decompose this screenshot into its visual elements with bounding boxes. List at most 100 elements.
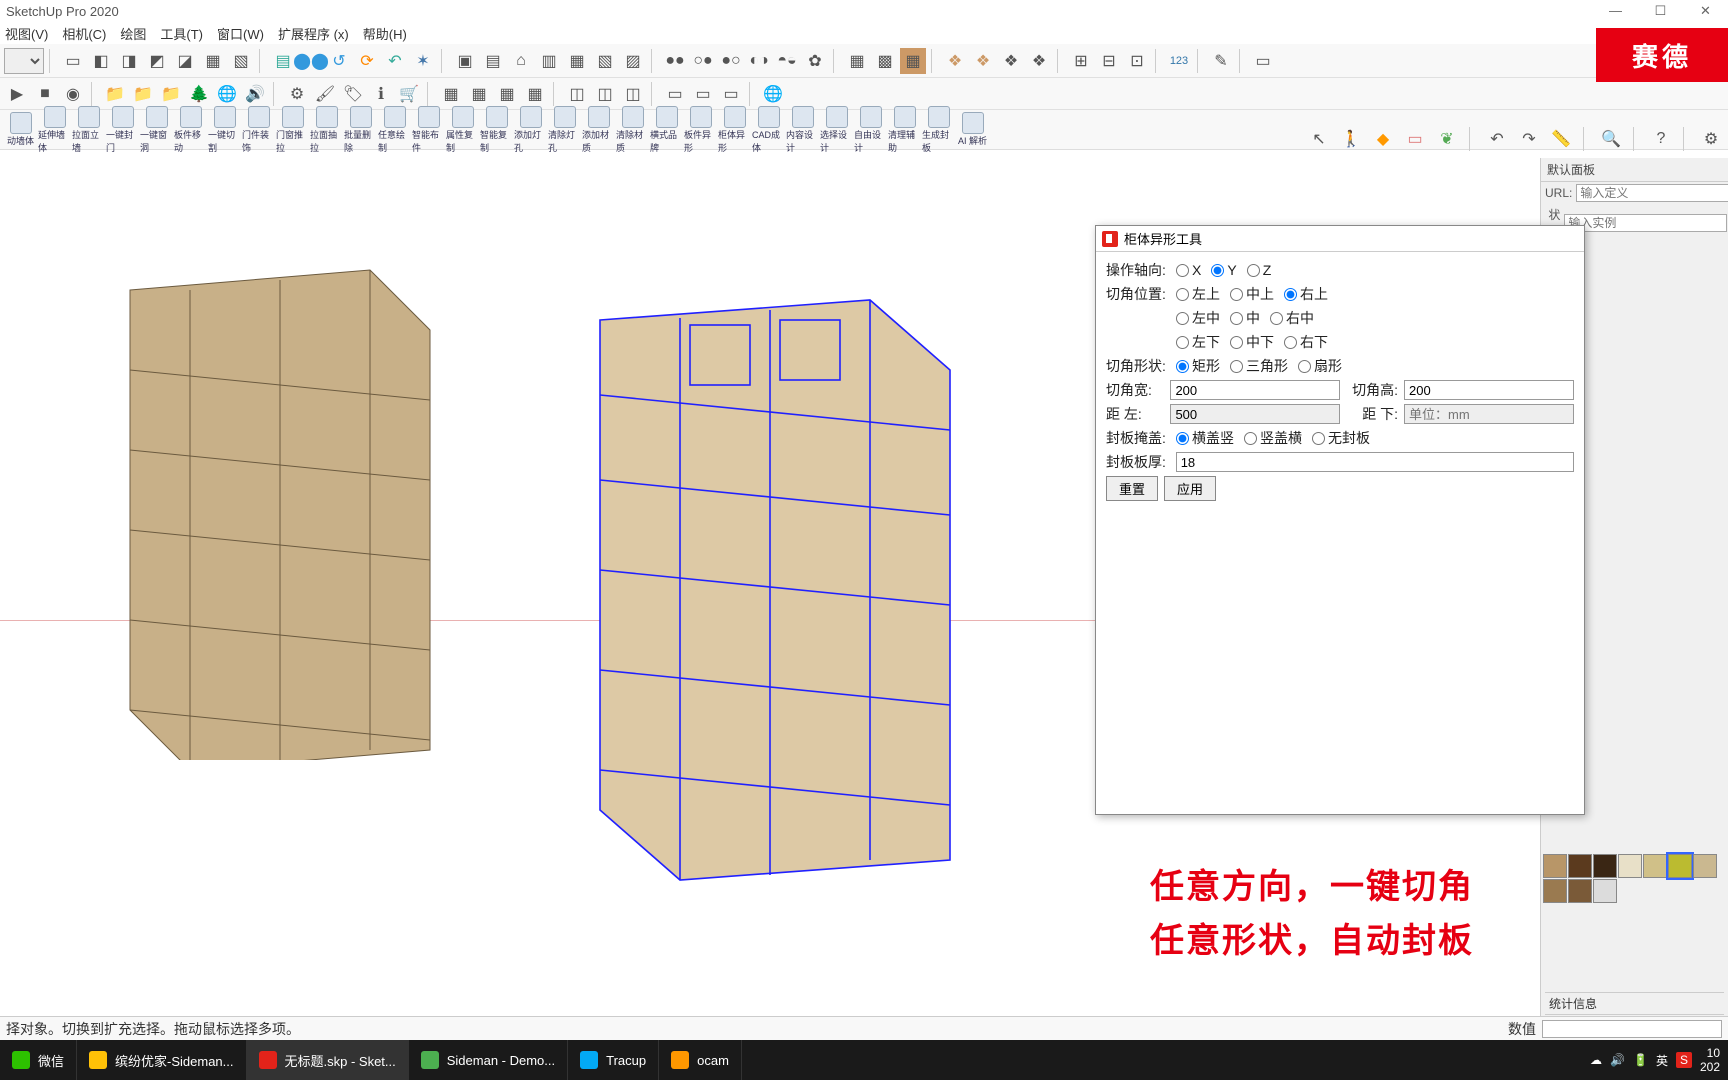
labeled-tool-24[interactable]: 选择设计	[820, 106, 853, 154]
cabinet-shape-dialog[interactable]: 柜体异形工具 操作轴向: X Y Z 切角位置: 左上 中上 右上 左中 中 右…	[1095, 225, 1585, 815]
labeled-tool-23[interactable]: 内容设计	[786, 106, 819, 154]
box6-icon[interactable]: ▨	[620, 48, 646, 74]
axis-x-radio[interactable]: X	[1176, 262, 1201, 278]
shape-arc-radio[interactable]: 扇形	[1298, 356, 1342, 376]
labeled-tool-25[interactable]: 自由设计	[854, 106, 887, 154]
search-icon[interactable]: 🔍	[1598, 126, 1624, 152]
leaf-icon[interactable]: ❦	[1434, 126, 1460, 152]
num123-icon[interactable]: 123	[1166, 48, 1192, 74]
p2-icon[interactable]: ◫	[592, 81, 618, 107]
task-sideman[interactable]: 缤纷优家-Sideman...	[77, 1040, 246, 1080]
swatch[interactable]	[1618, 854, 1642, 878]
labeled-tool-22[interactable]: CAD成体	[752, 106, 785, 154]
labeled-tool-12[interactable]: 智能布件	[412, 106, 445, 154]
layer-select[interactable]	[4, 48, 44, 74]
cover-hv-radio[interactable]: 横盖竖	[1176, 428, 1234, 448]
brush-icon[interactable]: 🖌	[312, 81, 338, 107]
folder2-icon[interactable]: 📁	[130, 81, 156, 107]
cover-vh-radio[interactable]: 竖盖横	[1244, 428, 1302, 448]
d3-icon[interactable]: ▭	[718, 81, 744, 107]
pos-mr-radio[interactable]: 右中	[1270, 308, 1314, 328]
clover-icon[interactable]: ✿	[802, 48, 828, 74]
labeled-tool-9[interactable]: 拉面抽拉	[310, 106, 343, 154]
task-ocam[interactable]: ocam	[659, 1040, 742, 1080]
tree-icon[interactable]: 🌲	[186, 81, 212, 107]
diamond-icon[interactable]: ◆	[1370, 126, 1396, 152]
frame-icon[interactable]: ▭	[1402, 126, 1428, 152]
back-icon[interactable]: ↶	[382, 48, 408, 74]
pos-bc-radio[interactable]: 中下	[1230, 332, 1274, 352]
win3-icon[interactable]: ⊡	[1124, 48, 1150, 74]
labeled-tool-2[interactable]: 拉面立墙	[72, 106, 105, 154]
tag-icon[interactable]: 🏷	[340, 81, 366, 107]
labeled-tool-14[interactable]: 智能复制	[480, 106, 513, 154]
maximize-button[interactable]: ☐	[1638, 0, 1683, 22]
labeled-tool-5[interactable]: 板件移动	[174, 106, 207, 154]
box1-icon[interactable]: ▣	[452, 48, 478, 74]
pos-tc-radio[interactable]: 中上	[1230, 284, 1274, 304]
labeled-tool-27[interactable]: 生成封板	[922, 106, 955, 154]
stack2-icon[interactable]: ❖	[970, 48, 996, 74]
menu-view[interactable]: 视图(V)	[0, 24, 53, 43]
web-icon[interactable]: 🌐	[760, 81, 786, 107]
dots3-icon[interactable]: ●○	[718, 48, 744, 74]
grid2-icon[interactable]: ▩	[872, 48, 898, 74]
labeled-tool-28[interactable]: AI 解析	[956, 112, 989, 147]
pos-mc-radio[interactable]: 中	[1230, 308, 1260, 328]
labeled-tool-3[interactable]: 一键封门	[106, 106, 139, 154]
box3-icon[interactable]: ▥	[536, 48, 562, 74]
shelf-model-2-selected[interactable]	[570, 280, 990, 900]
link-icon[interactable]: ↺	[326, 48, 352, 74]
d2-icon[interactable]: ▭	[690, 81, 716, 107]
g1-icon[interactable]: ▦	[438, 81, 464, 107]
labeled-tool-20[interactable]: 板件异形	[684, 106, 717, 154]
g4-icon[interactable]: ▦	[522, 81, 548, 107]
cube-icon[interactable]: ▭	[60, 48, 86, 74]
pos-br-radio[interactable]: 右下	[1284, 332, 1328, 352]
bottom-input[interactable]	[1404, 404, 1574, 424]
ruler-icon[interactable]: 📏	[1548, 126, 1574, 152]
film-icon[interactable]: ▭	[1250, 48, 1276, 74]
folder3-icon[interactable]: 📁	[158, 81, 184, 107]
cam-icon[interactable]: ▶	[4, 81, 30, 107]
p1-icon[interactable]: ◫	[564, 81, 590, 107]
gear-icon[interactable]: ⚙	[1698, 126, 1724, 152]
swatch[interactable]	[1593, 854, 1617, 878]
box2-icon[interactable]: ▤	[480, 48, 506, 74]
layer-icon[interactable]: ▤	[270, 48, 296, 74]
system-tray[interactable]: ☁🔊🔋 英 S 10202	[1590, 1046, 1728, 1075]
shape-rect-radio[interactable]: 矩形	[1176, 356, 1220, 376]
state-input[interactable]	[1564, 214, 1727, 232]
labeled-tool-6[interactable]: 一键切割	[208, 106, 241, 154]
menu-camera[interactable]: 相机(C)	[57, 24, 111, 43]
box5-icon[interactable]: ▧	[592, 48, 618, 74]
minimize-button[interactable]: —	[1593, 0, 1638, 22]
swatch[interactable]	[1568, 854, 1592, 878]
win2-icon[interactable]: ⊟	[1096, 48, 1122, 74]
stats-label[interactable]: 统计信息	[1549, 995, 1597, 1012]
menu-window[interactable]: 窗口(W)	[212, 24, 269, 43]
labeled-tool-16[interactable]: 清除灯孔	[548, 106, 581, 154]
dots2-icon[interactable]: ○●	[690, 48, 716, 74]
menu-help[interactable]: 帮助(H)	[358, 24, 412, 43]
menu-draw[interactable]: 绘图	[115, 24, 151, 43]
task-tracup[interactable]: Tracup	[568, 1040, 659, 1080]
shape-tri-radio[interactable]: 三角形	[1230, 356, 1288, 376]
labeled-tool-11[interactable]: 任意绘制	[378, 106, 411, 154]
g3-icon[interactable]: ▦	[494, 81, 520, 107]
arrow-icon[interactable]: ↖	[1306, 126, 1332, 152]
redo-icon[interactable]: ↷	[1516, 126, 1542, 152]
labeled-tool-0[interactable]: 动墙体	[4, 112, 37, 147]
help-icon[interactable]: ?	[1648, 126, 1674, 152]
swatch[interactable]	[1593, 879, 1617, 903]
box4-icon[interactable]: ▦	[564, 48, 590, 74]
swatch[interactable]	[1693, 854, 1717, 878]
menu-tools[interactable]: 工具(T)	[155, 24, 208, 43]
labeled-tool-8[interactable]: 门窗推拉	[276, 106, 309, 154]
toggle-icon[interactable]: ⬤⬤	[298, 48, 324, 74]
stack3-icon[interactable]: ❖	[998, 48, 1024, 74]
folder-icon[interactable]: 📁	[102, 81, 128, 107]
pos-tl-radio[interactable]: 左上	[1176, 284, 1220, 304]
thick-input[interactable]	[1176, 452, 1574, 472]
dots5-icon[interactable]: ◓◒	[774, 48, 800, 74]
